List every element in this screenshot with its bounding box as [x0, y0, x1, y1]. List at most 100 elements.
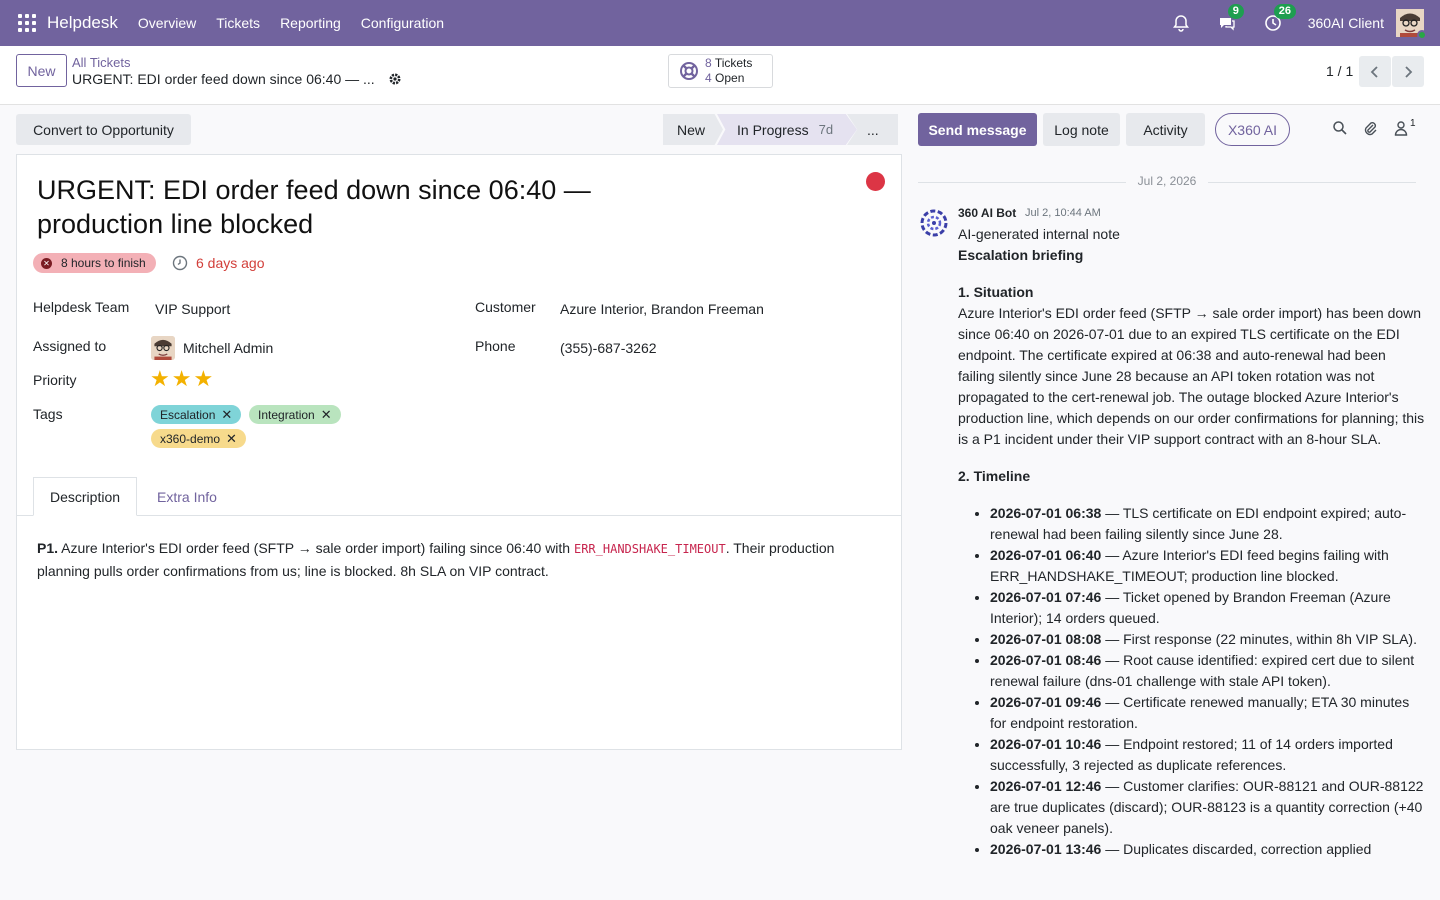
chatter-actions: Send message Log note Activity X360 AI: [918, 113, 1290, 146]
timeline-item: 2026-07-01 06:38 — TLS certificate on ED…: [990, 503, 1426, 545]
close-circle-icon: ✕: [41, 257, 52, 269]
date-separator-label: Jul 2, 2026: [1137, 174, 1197, 188]
company-switcher[interactable]: 360AI Client: [1308, 15, 1384, 31]
search-icon[interactable]: [1332, 120, 1350, 138]
paperclip-icon[interactable]: [1362, 120, 1380, 138]
ticket-age: 6 days ago: [196, 255, 265, 271]
timeline-item: 2026-07-01 08:08 — First response (22 mi…: [990, 629, 1426, 650]
bell-icon[interactable]: [1170, 12, 1192, 34]
app-name[interactable]: Helpdesk: [47, 13, 118, 33]
menu-reporting[interactable]: Reporting: [280, 15, 341, 31]
bot-avatar: [920, 209, 948, 237]
stage-duration: 7d: [818, 122, 834, 137]
remove-tag-icon[interactable]: ✕: [321, 407, 332, 423]
lifebuoy-icon: [680, 62, 698, 80]
breadcrumb-all-tickets[interactable]: All Tickets: [72, 55, 131, 70]
description-text-1: Azure Interior's EDI order feed (SFTP → …: [58, 540, 574, 556]
user-avatar[interactable]: [1396, 9, 1427, 40]
follower-count: 1: [1410, 118, 1416, 129]
tab-description[interactable]: Description: [33, 477, 138, 516]
sla-badge: ✕ 8 hours to finish: [33, 253, 156, 273]
x360-ai-button[interactable]: X360 AI: [1215, 113, 1290, 146]
timeline-item: 2026-07-01 09:46 — Certificate renewed m…: [990, 692, 1426, 734]
timeline-item: 2026-07-01 06:40 — Azure Interior's EDI …: [990, 545, 1426, 587]
pager-value[interactable]: 1 / 1: [1326, 63, 1353, 79]
apps-menu-icon[interactable]: [18, 14, 36, 32]
activity-button[interactable]: Activity: [1126, 113, 1205, 146]
online-status-dot: [1417, 30, 1427, 40]
stage-new[interactable]: New: [663, 114, 723, 145]
priority-stars[interactable]: ★ ★ ★: [150, 368, 215, 390]
ticket-title[interactable]: URGENT: EDI order feed down since 06:40 …: [37, 173, 657, 241]
section-timeline-title: 2. Timeline: [958, 468, 1031, 484]
chevron-left-icon: [1370, 65, 1378, 78]
followers-icon[interactable]: [1393, 120, 1411, 138]
message-subtitle: AI-generated internal note: [958, 226, 1120, 242]
remove-tag-icon[interactable]: ✕: [221, 407, 232, 423]
chat-badge: 9: [1227, 4, 1244, 19]
chat-icon[interactable]: 9: [1216, 4, 1244, 34]
assigned-label: Assigned to: [33, 338, 107, 354]
log-note-button[interactable]: Log note: [1043, 113, 1120, 146]
priority-label: Priority: [33, 372, 77, 388]
phone-label: Phone: [475, 338, 516, 354]
tickets-smart-button[interactable]: 8 Tickets 4 Open: [668, 54, 773, 88]
star-icon[interactable]: ★: [193, 368, 213, 390]
new-button[interactable]: New: [16, 54, 67, 87]
menu-configuration[interactable]: Configuration: [361, 15, 444, 31]
sla-badge-label: 8 hours to finish: [61, 256, 146, 270]
kanban-state-dot[interactable]: [866, 172, 885, 191]
pager-previous-button[interactable]: [1359, 56, 1391, 87]
send-message-button[interactable]: Send message: [918, 113, 1037, 146]
message-heading: Escalation briefing: [958, 247, 1084, 263]
menu-tickets[interactable]: Tickets: [216, 15, 260, 31]
tag-label: Integration: [258, 407, 315, 422]
activity-clock-icon[interactable]: 26: [1262, 4, 1296, 34]
assigned-value[interactable]: Mitchell Admin: [183, 340, 273, 356]
customer-label: Customer: [475, 299, 536, 315]
open-count: 4: [705, 71, 712, 85]
description-code: ERR_HANDSHAKE_TIMEOUT: [573, 542, 726, 556]
date-separator: Jul 2, 2026: [918, 174, 1416, 190]
message-body: AI-generated internal note Escalation br…: [958, 224, 1426, 860]
assignee-avatar: [151, 336, 175, 360]
form-tabs: Description Extra Info: [17, 477, 901, 516]
star-icon[interactable]: ★: [150, 368, 170, 390]
description-field[interactable]: P1. Azure Interior's EDI order feed (SFT…: [37, 537, 887, 582]
phone-value[interactable]: (355)-687-3262: [560, 340, 657, 356]
team-value[interactable]: VIP Support: [155, 301, 230, 317]
tag-integration: Integration ✕: [249, 405, 341, 424]
open-label: Open: [715, 71, 745, 85]
menu-overview[interactable]: Overview: [138, 15, 196, 31]
convert-to-opportunity-button[interactable]: Convert to Opportunity: [16, 114, 191, 145]
stage-in-progress[interactable]: In Progress 7d: [717, 114, 857, 145]
chevron-right-icon: [1405, 65, 1413, 78]
ticket-form-sheet: URGENT: EDI order feed down since 06:40 …: [16, 154, 902, 750]
tab-extra-info[interactable]: Extra Info: [141, 477, 233, 516]
tags-label: Tags: [33, 406, 63, 422]
top-navbar: Helpdesk Overview Tickets Reporting Conf…: [0, 0, 1440, 46]
customer-value[interactable]: Azure Interior, Brandon Freeman: [560, 301, 764, 317]
timeline-item: 2026-07-01 13:46 — Duplicates discarded,…: [990, 839, 1426, 860]
activity-badge: 26: [1273, 4, 1296, 19]
star-icon[interactable]: ★: [172, 368, 192, 390]
clock-icon: [172, 255, 188, 271]
tag-x360-demo: x360-demo ✕: [151, 429, 246, 448]
timeline-item: 2026-07-01 08:46 — Root cause identified…: [990, 650, 1426, 692]
breadcrumb-current: URGENT: EDI order feed down since 06:40 …: [72, 71, 375, 87]
message-date: Jul 2, 10:44 AM: [1025, 207, 1101, 219]
stage-in-progress-label: In Progress: [737, 121, 809, 138]
description-lead: P1.: [37, 540, 59, 556]
message-author[interactable]: 360 AI Bot: [958, 206, 1016, 220]
section-situation-text: Azure Interior's EDI order feed (SFTP → …: [958, 305, 1425, 447]
remove-tag-icon[interactable]: ✕: [226, 431, 237, 447]
gear-icon[interactable]: [388, 72, 402, 86]
pager-next-button[interactable]: [1392, 56, 1424, 87]
timeline-item: 2026-07-01 10:46 — Endpoint restored; 11…: [990, 734, 1426, 776]
control-panel: New All Tickets URGENT: EDI order feed d…: [0, 46, 1440, 105]
section-situation-title: 1. Situation: [958, 284, 1034, 300]
tag-label: Escalation: [160, 407, 216, 422]
stage-statusbar: New In Progress 7d ...: [663, 114, 898, 145]
team-label: Helpdesk Team: [33, 299, 130, 315]
timeline-list: 2026-07-01 06:38 — TLS certificate on ED…: [958, 503, 1426, 860]
